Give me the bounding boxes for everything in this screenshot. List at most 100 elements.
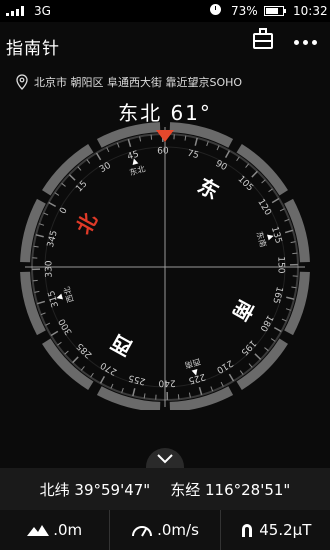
dial-tick — [177, 394, 180, 400]
chevron-down-icon — [157, 454, 173, 464]
dial-tick — [127, 138, 132, 148]
dial-tick — [224, 150, 231, 159]
more-menu-icon[interactable] — [294, 40, 317, 45]
dial-tick — [270, 338, 276, 342]
metrics-bar: .0m .0m/s 45.2μT — [0, 510, 330, 550]
magnetic-metric: 45.2μT — [221, 510, 330, 550]
direction-label: 西 — [107, 330, 136, 361]
dial-tick — [35, 234, 44, 238]
dial-tick — [245, 163, 250, 168]
coordinates-bar: 北纬 39°59'47" 东经 116°28'51" — [0, 468, 330, 510]
dial-tick — [61, 182, 66, 187]
dial-tick — [216, 145, 220, 151]
app-title: 指南针 — [6, 39, 60, 59]
dial-tick-label: 255 — [128, 372, 147, 386]
speed-metric: .0m/s — [110, 510, 221, 550]
dial-tick — [194, 137, 198, 146]
signal-icon — [6, 6, 26, 16]
direction-label: 南 — [228, 296, 259, 325]
dial-tick — [292, 252, 298, 255]
dial-tick — [150, 134, 153, 140]
dial-tick-label: 330 — [44, 260, 54, 278]
dial-tick-label: 270 — [99, 359, 119, 376]
magnetic-value: 45.2μT — [259, 521, 312, 539]
dial-tick — [57, 341, 62, 346]
dial-tick — [220, 381, 224, 387]
direction-label: 东 — [194, 173, 223, 204]
intercardinal-label: 西南 — [184, 357, 202, 371]
dial-tick-label: 75 — [186, 149, 200, 161]
dial-tick — [261, 179, 266, 184]
dial-tick — [251, 170, 258, 178]
dial-tick-label: 210 — [214, 357, 234, 375]
magnet-icon — [242, 524, 253, 537]
intercardinal-label: 东南 — [255, 230, 269, 248]
dial-tick — [284, 229, 294, 234]
dial-tick — [228, 373, 235, 382]
dial-tick-label: 30 — [98, 161, 113, 176]
dial-tick-label: 90 — [214, 159, 229, 173]
dial-tick-label: 315 — [47, 289, 61, 308]
dial-tick-label: 300 — [57, 316, 75, 336]
dial-tick — [239, 370, 244, 375]
dial-tick — [132, 388, 136, 397]
alarm-icon — [210, 4, 221, 15]
dial-tick — [45, 322, 51, 326]
speedometer-icon — [132, 526, 153, 537]
dial-tick-label: 345 — [46, 230, 60, 249]
dial-tick — [198, 386, 203, 396]
dial-tick — [72, 356, 79, 364]
dial-tick-label: 165 — [270, 285, 284, 304]
dial-tick — [77, 166, 82, 171]
battery-icon — [264, 6, 286, 16]
dial-tick — [48, 201, 57, 208]
location-row: 北京市 朝阳区 阜通西大街 靠近望京SOHO — [14, 74, 242, 90]
dial-tick-label: 0 — [58, 206, 70, 216]
intercardinal-label: 西北 — [62, 286, 75, 304]
speed-value: .0m/s — [157, 521, 199, 539]
dial-tick-label: 45 — [126, 150, 140, 163]
dial-tick-label: 225 — [187, 371, 206, 385]
altitude-value: .0m — [53, 521, 83, 539]
dial-tick — [68, 174, 76, 181]
dial-tick — [264, 347, 269, 352]
app-bar: 指南针 — [0, 22, 330, 66]
dial-tick — [281, 318, 287, 322]
dial-tick — [271, 197, 280, 204]
dial-tick — [236, 156, 240, 162]
clock: 10:32 — [293, 4, 328, 18]
altitude-metric: .0m — [0, 510, 111, 550]
dial-tick — [106, 147, 110, 153]
dial-tick — [54, 192, 60, 196]
dial-tick-label: 180 — [257, 313, 274, 333]
dial-tick-label: 150 — [275, 256, 285, 274]
dial-tick — [80, 366, 85, 371]
dial-tick — [254, 353, 262, 360]
dial-tick — [110, 383, 114, 389]
dial-tick — [50, 330, 59, 337]
dial-tick — [248, 363, 253, 368]
dial-tick-label: 60 — [157, 146, 169, 156]
dial-tick — [64, 350, 69, 355]
dial-tick-label: 135 — [269, 226, 283, 245]
location-pin-icon — [16, 74, 28, 90]
compass-dial[interactable]: 0153045 60 7590105120135150165180195210225… — [0, 120, 330, 410]
dial-tick-label: 240 — [158, 377, 176, 387]
heading-marker — [156, 130, 174, 142]
dial-tick-label: 120 — [255, 198, 273, 218]
network-type: 3G — [34, 4, 51, 18]
status-bar: 3G 73% 10:32 — [0, 0, 330, 22]
dial-tick — [273, 326, 282, 333]
dial-tick — [86, 159, 91, 164]
dial-tick — [90, 372, 94, 378]
dial-tick — [99, 375, 106, 384]
expand-panel-button[interactable] — [146, 448, 184, 470]
toolbox-icon[interactable] — [253, 28, 273, 49]
dial-tick — [268, 188, 273, 193]
dial-tick — [279, 208, 285, 212]
dial-tick — [43, 212, 49, 216]
mountain-icon — [27, 525, 50, 536]
longitude: 东经 116°28'51" — [170, 480, 291, 499]
dial-tick-label: 15 — [74, 179, 89, 194]
intercardinal-label: 东北 — [128, 163, 146, 177]
